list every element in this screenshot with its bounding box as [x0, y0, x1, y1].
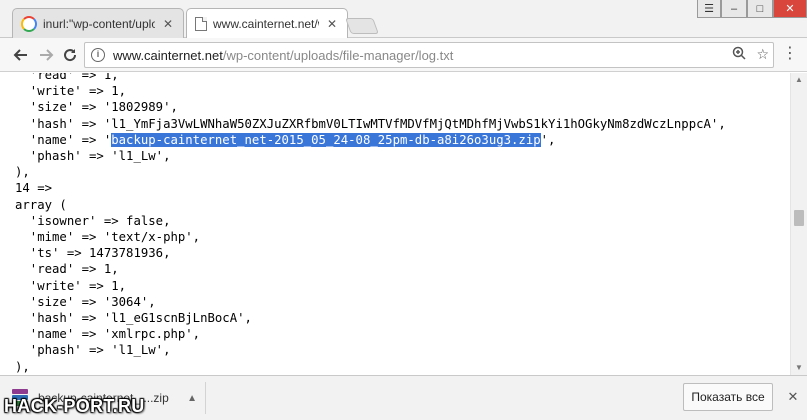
address-bar[interactable]: i www.cainternet.net/wp-content/uploads/…	[84, 42, 774, 68]
url-host: www.cainternet.net	[113, 47, 223, 63]
code-line: 'name' => '	[15, 132, 112, 147]
reload-icon	[64, 49, 77, 62]
vertical-scrollbar[interactable]: ▲ ▼	[790, 73, 807, 375]
code-line: 'read' => 1,	[15, 73, 119, 82]
code-line: 'isowner' => false,	[15, 213, 171, 228]
back-button[interactable]	[10, 44, 32, 66]
code-line: array (	[15, 197, 67, 212]
code-line: ),	[15, 165, 30, 180]
watermark: HACK-PORT.RU	[4, 396, 145, 416]
tab-log-file[interactable]: www.cainternet.net/wp-c ✕	[186, 8, 348, 39]
code-line: 'name' => 'xmlrpc.php',	[15, 327, 201, 342]
selected-text: backup-cainternet_net-2015_05_24-08_25pm…	[111, 132, 541, 147]
reload-button[interactable]	[59, 44, 81, 66]
info-icon[interactable]: i	[91, 48, 105, 62]
close-icon[interactable]: ✕	[785, 389, 801, 405]
code-line: 'write' => 1,	[15, 278, 127, 293]
code-line: 'hash' => 'l1_eG1scnBjLnBocA',	[15, 311, 252, 326]
scroll-down-icon[interactable]: ▼	[791, 361, 807, 375]
zoom-icon[interactable]	[732, 46, 746, 63]
code-line: 'size' => '3064',	[15, 294, 156, 309]
document-icon	[195, 17, 207, 31]
google-icon	[21, 15, 37, 32]
code-line: 14 =>	[15, 181, 53, 196]
code-line: ',	[540, 132, 556, 147]
window-close-button[interactable]: ✕	[773, 0, 807, 18]
close-icon[interactable]: ✕	[325, 17, 339, 31]
tab-title: www.cainternet.net/wp-c	[213, 17, 319, 31]
arrow-left-icon	[13, 49, 27, 61]
code-line: 'hash' => 'l1_YmFja3VwLWNhaW50ZXJuZXRfbm…	[15, 116, 726, 131]
code-line: ),	[15, 359, 30, 374]
arrow-right-icon	[40, 49, 54, 61]
show-all-button[interactable]: Показать все	[683, 383, 773, 411]
tab-strip: inurl:"wp-content/uploads ✕ www.caintern…	[0, 0, 807, 39]
tab-google-search[interactable]: inurl:"wp-content/uploads ✕	[12, 8, 184, 38]
scrollbar-thumb[interactable]	[794, 210, 804, 226]
code-line: 'write' => 1,	[15, 84, 127, 99]
forward-button[interactable]	[35, 44, 57, 66]
maximize-button[interactable]: □	[747, 0, 773, 18]
code-line: 'read' => 1,	[15, 262, 119, 277]
code-line: 'phash' => 'l1_Lw',	[15, 343, 171, 358]
close-icon[interactable]: ✕	[161, 17, 175, 31]
code-line: 'phash' => 'l1_Lw',	[15, 149, 171, 164]
code-line: 'ts' => 1473781936,	[15, 246, 171, 261]
menu-icon[interactable]: ⋮	[781, 46, 799, 64]
browser-toolbar: i www.cainternet.net/wp-content/uploads/…	[0, 38, 807, 72]
tab-title: inurl:"wp-content/uploads	[43, 16, 155, 31]
page-content: 'read' => 1, 'write' => 1, 'size' => '18…	[0, 73, 790, 375]
new-tab-button[interactable]	[345, 18, 379, 34]
log-text: 'read' => 1, 'write' => 1, 'size' => '18…	[15, 73, 726, 375]
code-line: 'size' => '1802989',	[15, 100, 178, 115]
minimize-button[interactable]: –	[721, 0, 747, 18]
scroll-up-icon[interactable]: ▲	[791, 73, 807, 87]
chevron-up-icon[interactable]: ▲	[187, 393, 197, 404]
bookmark-star-icon[interactable]: ☆	[756, 46, 769, 63]
code-line: 'mime' => 'text/x-php',	[15, 230, 201, 245]
url-path: /wp-content/uploads/file-manager/log.txt	[222, 47, 454, 63]
profile-button[interactable]: ☰	[697, 0, 721, 18]
